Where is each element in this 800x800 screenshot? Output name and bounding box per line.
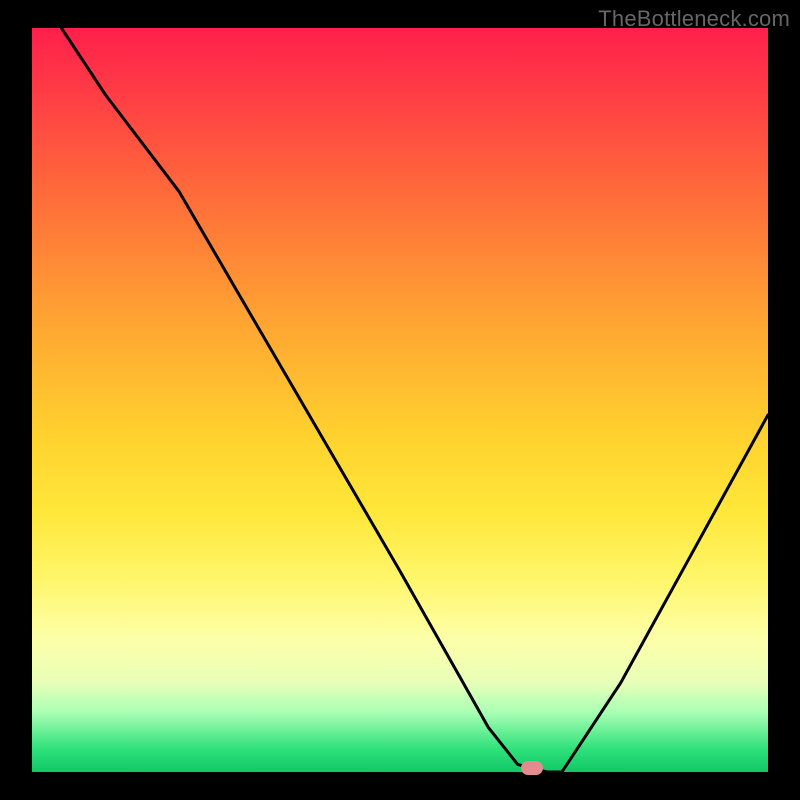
curve-overlay	[32, 28, 768, 772]
optimum-marker	[521, 761, 543, 775]
bottleneck-curve	[61, 28, 768, 772]
chart-canvas: TheBottleneck.com	[0, 0, 800, 800]
plot-area	[32, 28, 768, 772]
